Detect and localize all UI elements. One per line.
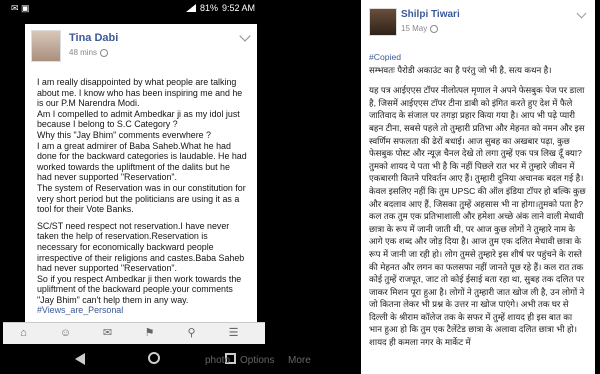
author-avatar[interactable] bbox=[31, 30, 61, 62]
post-paragraph: The system of Reservation was in our con… bbox=[37, 182, 246, 215]
timestamp-text: 48 mins bbox=[69, 48, 98, 57]
globe-icon bbox=[100, 48, 109, 57]
signal-icon bbox=[185, 4, 196, 12]
status-bar: ✉ ▣ 81% 9:52 AM bbox=[3, 0, 307, 18]
viewer-more-button[interactable]: More bbox=[288, 355, 311, 366]
search-icon[interactable]: ⚲ bbox=[185, 327, 198, 340]
browser-bottom-toolbar: ⌂ ☺ ✉ ⚑ ⚲ ☰ bbox=[3, 322, 265, 345]
messages-icon[interactable]: ✉ bbox=[101, 327, 114, 340]
post-header: Tina Dabi 48 mins bbox=[31, 30, 251, 62]
status-right: 81% 9:52 AM bbox=[185, 3, 255, 13]
post-paragraph: Why this "Jay Bhim" comments everwhere ? bbox=[37, 129, 211, 140]
friends-icon[interactable]: ☺ bbox=[59, 327, 72, 340]
post-paragraph: यह पत्र आईएएस टॉपर नीलोत्पल मृणाल ने अपन… bbox=[369, 85, 586, 348]
phone-screenshot: ✉ ▣ 81% 9:52 AM Tina Dabi 48 mins I am r… bbox=[3, 0, 307, 374]
post-header: Shilpi Tiwari 15 May bbox=[361, 0, 595, 44]
post-paragraph: I am really disappointed by what people … bbox=[37, 77, 243, 109]
author-name[interactable]: Tina Dabi bbox=[69, 32, 118, 44]
post-paragraph: Am I compelled to admit Ambedkar ji as m… bbox=[37, 108, 240, 130]
post-body: I am really disappointed by what people … bbox=[37, 77, 247, 316]
viewer-options-button[interactable]: Options bbox=[240, 355, 274, 366]
post-timestamp[interactable]: 15 May bbox=[401, 24, 439, 33]
post-paragraph: So if you respect Ambedkar ji then work … bbox=[37, 273, 242, 305]
author-avatar[interactable] bbox=[369, 8, 397, 36]
author-name[interactable]: Shilpi Tiwari bbox=[401, 9, 460, 20]
chevron-down-icon[interactable] bbox=[239, 30, 251, 42]
notification-icons: ✉ ▣ bbox=[11, 3, 30, 13]
menu-icon[interactable]: ☰ bbox=[227, 327, 240, 340]
post-paragraph: SC/ST need respect not reservation.I hav… bbox=[37, 220, 245, 274]
globe-icon bbox=[430, 24, 439, 33]
facebook-post-card: Tina Dabi 48 mins I am really disappoint… bbox=[25, 24, 257, 336]
chevron-down-icon[interactable] bbox=[576, 8, 587, 19]
post-timestamp[interactable]: 48 mins bbox=[69, 48, 109, 57]
post-paragraph: I am a great admirer of Baba Saheb.What … bbox=[37, 140, 247, 183]
post-body: #Copied सम्भवतः पैरोडी अकाउंट का है परंत… bbox=[369, 51, 587, 349]
post-paragraph: सम्भवतः पैरोडी अकाउंट का है परंतु जो भी … bbox=[369, 64, 552, 75]
facebook-post-screenshot: Shilpi Tiwari 15 May #Copied सम्भवतः पैर… bbox=[361, 0, 595, 374]
home-circle-icon[interactable] bbox=[148, 352, 160, 364]
back-icon[interactable] bbox=[75, 353, 85, 365]
timestamp-text: 15 May bbox=[401, 24, 428, 33]
status-time: 9:52 AM bbox=[221, 3, 255, 13]
post-hashtag[interactable]: #Copied bbox=[369, 51, 587, 64]
home-icon[interactable]: ⌂ bbox=[17, 327, 30, 340]
post-hashtag[interactable]: #Views_are_Personal bbox=[37, 305, 247, 316]
viewer-photo-label[interactable]: photo bbox=[205, 355, 230, 366]
notifications-icon[interactable]: ⚑ bbox=[143, 327, 156, 340]
battery-level: 81% bbox=[199, 3, 218, 13]
